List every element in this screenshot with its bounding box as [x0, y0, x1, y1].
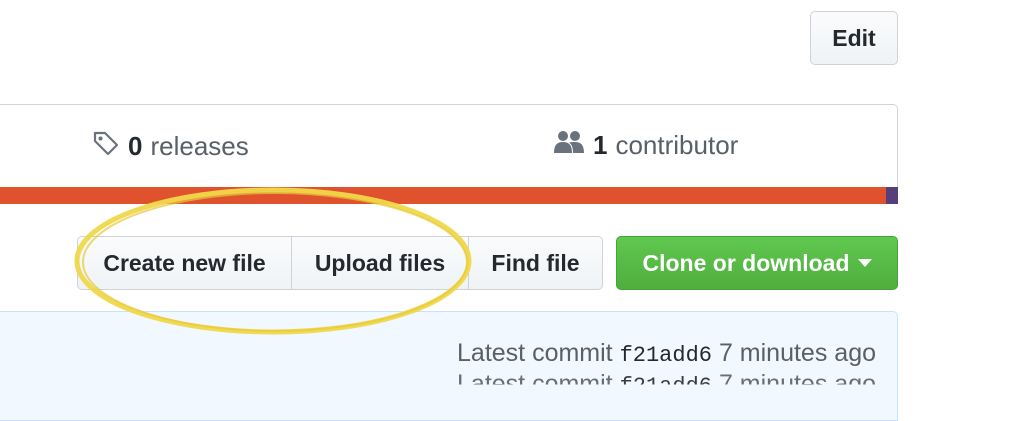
contributors-count: 1 — [593, 130, 608, 160]
commit-prefix: Latest commit — [457, 339, 613, 367]
caret-down-icon — [857, 259, 872, 267]
language-bar[interactable] — [0, 187, 898, 204]
tag-icon — [92, 129, 120, 164]
edit-button[interactable]: Edit — [810, 11, 898, 65]
clone-or-download-button[interactable]: Clone or download — [616, 236, 898, 290]
clone-button-label: Clone or download — [642, 249, 850, 276]
language-bar-secondary-segment[interactable] — [886, 187, 898, 204]
contributors-link[interactable]: 1 contributor — [553, 129, 738, 162]
releases-count: 0 — [128, 131, 143, 161]
file-actions-group: Create new file Upload files Find file — [77, 236, 603, 290]
create-new-file-button[interactable]: Create new file — [77, 236, 292, 290]
people-icon — [553, 129, 585, 162]
releases-label: releases — [150, 131, 249, 161]
releases-link[interactable]: 0 releases — [92, 129, 249, 164]
latest-commit-line: Latest commit f21add6 7 minutes ago — [457, 339, 876, 368]
upload-files-button[interactable]: Upload files — [291, 236, 469, 290]
commit-sha-link[interactable]: f21add6 — [620, 343, 712, 368]
commit-time: 7 minutes ago — [718, 339, 876, 367]
find-file-button[interactable]: Find file — [468, 236, 603, 290]
contributors-label: contributor — [615, 130, 739, 160]
